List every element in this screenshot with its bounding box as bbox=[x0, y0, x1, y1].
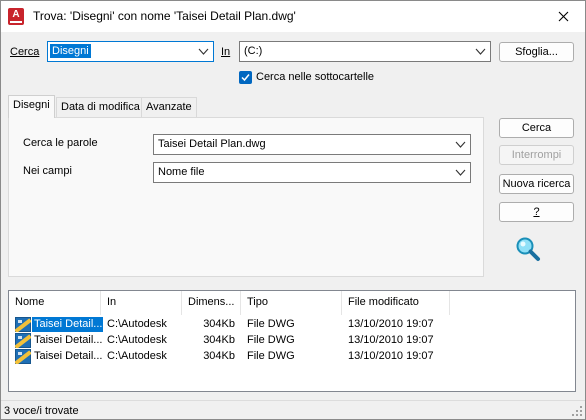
find-dialog: A Trova: 'Disegni' con nome 'Taisei Deta… bbox=[0, 0, 586, 420]
search-words-combo[interactable]: Taisei Detail Plan.dwg bbox=[153, 134, 471, 155]
stop-button[interactable]: Interrompi bbox=[499, 145, 574, 165]
cell-in: C:\Autodesk bbox=[107, 334, 167, 346]
chevron-down-icon bbox=[455, 169, 466, 176]
cell-modified: 13/10/2010 19:07 bbox=[348, 350, 434, 362]
in-label: In bbox=[221, 46, 231, 58]
column-header-type[interactable]: Tipo bbox=[241, 291, 342, 315]
tab-avanzate[interactable]: Avanzate bbox=[141, 97, 197, 117]
status-text: 3 voce/i trovate bbox=[4, 405, 79, 417]
cell-name: Taisei Detail... bbox=[32, 317, 103, 332]
dwg-file-icon bbox=[15, 349, 31, 364]
column-header-size[interactable]: Dimens... bbox=[182, 291, 241, 315]
resize-grip-icon[interactable] bbox=[571, 405, 583, 417]
column-header-in[interactable]: In bbox=[101, 291, 182, 315]
search-words-value: Taisei Detail Plan.dwg bbox=[158, 138, 266, 150]
window-title: Trova: 'Disegni' con nome 'Taisei Detail… bbox=[33, 9, 296, 23]
dwg-file-icon bbox=[15, 333, 31, 348]
table-row[interactable]: Taisei Detail... C:\Autodesk 304Kb File … bbox=[9, 333, 575, 348]
cell-modified: 13/10/2010 19:07 bbox=[348, 318, 434, 330]
find-now-button[interactable]: Cerca bbox=[499, 118, 574, 138]
check-icon bbox=[241, 74, 250, 82]
results-list[interactable]: Nome In Dimens... Tipo File modificato T… bbox=[8, 290, 576, 392]
browse-button[interactable]: Sfoglia... bbox=[499, 42, 574, 62]
subfolders-label[interactable]: Cerca nelle sottocartelle bbox=[256, 71, 374, 83]
in-drive-value: (C:) bbox=[244, 45, 263, 57]
autocad-app-icon: A bbox=[8, 8, 24, 25]
search-words-label: Cerca le parole bbox=[23, 137, 98, 149]
in-fields-combo[interactable]: Nome file bbox=[153, 162, 471, 183]
in-fields-value: Nome file bbox=[158, 166, 205, 178]
cell-name: Taisei Detail... bbox=[34, 350, 103, 362]
cell-size: 304Kb bbox=[203, 318, 235, 330]
table-row[interactable]: Taisei Detail... C:\Autodesk 304Kb File … bbox=[9, 317, 575, 332]
table-row[interactable]: Taisei Detail... C:\Autodesk 304Kb File … bbox=[9, 349, 575, 364]
title-bar[interactable]: A Trova: 'Disegni' con nome 'Taisei Deta… bbox=[1, 1, 585, 32]
new-search-button[interactable]: Nuova ricerca bbox=[499, 174, 574, 194]
chevron-down-icon bbox=[198, 48, 209, 55]
magnifier-icon bbox=[516, 237, 540, 261]
chevron-down-icon bbox=[475, 48, 486, 55]
close-button[interactable] bbox=[541, 1, 585, 32]
in-fields-label: Nei campi bbox=[23, 165, 72, 177]
look-in-label: Cerca bbox=[10, 46, 40, 58]
tab-data-di-modifica[interactable]: Data di modifica bbox=[56, 97, 145, 117]
dwg-file-icon bbox=[15, 317, 31, 332]
column-header-modified[interactable]: File modificato bbox=[342, 291, 450, 315]
help-button[interactable]: ? bbox=[499, 202, 574, 222]
look-in-combo[interactable]: Disegni bbox=[47, 41, 214, 62]
cell-modified: 13/10/2010 19:07 bbox=[348, 334, 434, 346]
cell-type: File DWG bbox=[247, 350, 295, 362]
cell-name: Taisei Detail... bbox=[34, 334, 103, 346]
cell-in: C:\Autodesk bbox=[107, 350, 167, 362]
cell-type: File DWG bbox=[247, 334, 295, 346]
close-icon bbox=[558, 11, 568, 22]
chevron-down-icon bbox=[455, 141, 466, 148]
cell-size: 304Kb bbox=[203, 350, 235, 362]
tab-disegni[interactable]: Disegni bbox=[8, 95, 55, 118]
look-in-value: Disegni bbox=[50, 44, 91, 58]
in-drive-combo[interactable]: (C:) bbox=[239, 41, 491, 62]
cell-size: 304Kb bbox=[203, 334, 235, 346]
cell-in: C:\Autodesk bbox=[107, 318, 167, 330]
cell-type: File DWG bbox=[247, 318, 295, 330]
column-header-name[interactable]: Nome bbox=[9, 291, 101, 315]
status-bar: 3 voce/i trovate bbox=[1, 400, 585, 419]
subfolders-checkbox[interactable] bbox=[239, 71, 252, 84]
